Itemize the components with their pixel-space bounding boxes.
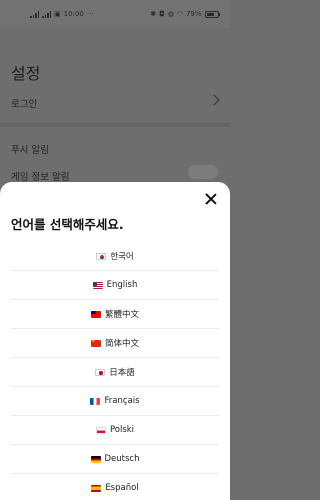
close-icon[interactable]	[204, 192, 218, 206]
status-right: ✱ ◘ ◍ ◠ 79%	[150, 10, 220, 18]
language-sheet: 언어를 선택해주세요. 한국어 English 繁體中文简体中文日本語 Françai…	[0, 182, 230, 500]
cn-flag-icon	[90, 339, 101, 347]
game-info-toggle[interactable]	[188, 165, 218, 179]
us-flag-icon	[92, 281, 103, 289]
battery-percent: 79%	[185, 10, 202, 18]
language-label: 简体中文	[104, 339, 139, 349]
de-flag-icon	[90, 455, 101, 463]
bluetooth-icon: ✱	[150, 9, 157, 18]
language-label: Español	[105, 483, 139, 493]
push-notification-row[interactable]: 푸시 알림	[11, 142, 49, 156]
language-label: 繁體中文	[104, 310, 139, 320]
pl-flag-icon	[95, 426, 106, 434]
language-option[interactable]: 日本語	[11, 358, 219, 387]
language-option[interactable]: Español	[11, 474, 219, 500]
language-label: English	[106, 280, 138, 290]
status-dots: ···	[86, 10, 94, 18]
mute-icon: ◍	[167, 9, 174, 18]
signal-icon-2	[42, 10, 51, 18]
language-option[interactable]: Polski	[11, 416, 219, 445]
status-left: ▣ 10:00 ···	[30, 10, 94, 18]
kr-flag-icon	[96, 252, 107, 260]
wifi-icon: ◠	[176, 9, 183, 18]
language-list: 한국어 English 繁體中文简体中文日本語 Français Polski Deuts…	[11, 242, 219, 500]
game-info-notification-row[interactable]: 게임 정보 알림	[11, 169, 69, 183]
sheet-title: 언어를 선택해주세요.	[11, 217, 124, 232]
fr-flag-icon	[90, 397, 101, 405]
page-title: 설정	[11, 64, 41, 83]
language-label: 日本語	[109, 368, 135, 378]
signal-icon	[30, 10, 39, 18]
vpn-icon: ◘	[159, 9, 165, 18]
battery-fill	[206, 12, 215, 16]
settings-divider	[0, 123, 230, 127]
tw-flag-icon	[90, 310, 101, 318]
language-option[interactable]: 한국어	[11, 242, 219, 271]
jp-flag-icon	[95, 368, 106, 376]
language-option[interactable]: 繁體中文	[11, 300, 219, 329]
language-option[interactable]: Deutsch	[11, 445, 219, 474]
es-flag-icon	[91, 484, 102, 492]
language-label: Français	[104, 396, 140, 406]
language-label: 한국어	[110, 252, 134, 262]
status-bar: ▣ 10:00 ··· ✱ ◘ ◍ ◠ 79%	[0, 0, 230, 28]
login-row[interactable]: 로그인	[11, 96, 37, 110]
language-label: Polski	[109, 425, 135, 435]
battery-icon	[204, 10, 220, 18]
status-time: 10:00	[63, 10, 84, 18]
language-option[interactable]: English	[11, 271, 219, 300]
language-option[interactable]: 简体中文	[11, 329, 219, 358]
hd-icon: ▣	[54, 9, 61, 18]
language-label: Deutsch	[104, 454, 140, 464]
language-option[interactable]: Français	[11, 387, 219, 416]
